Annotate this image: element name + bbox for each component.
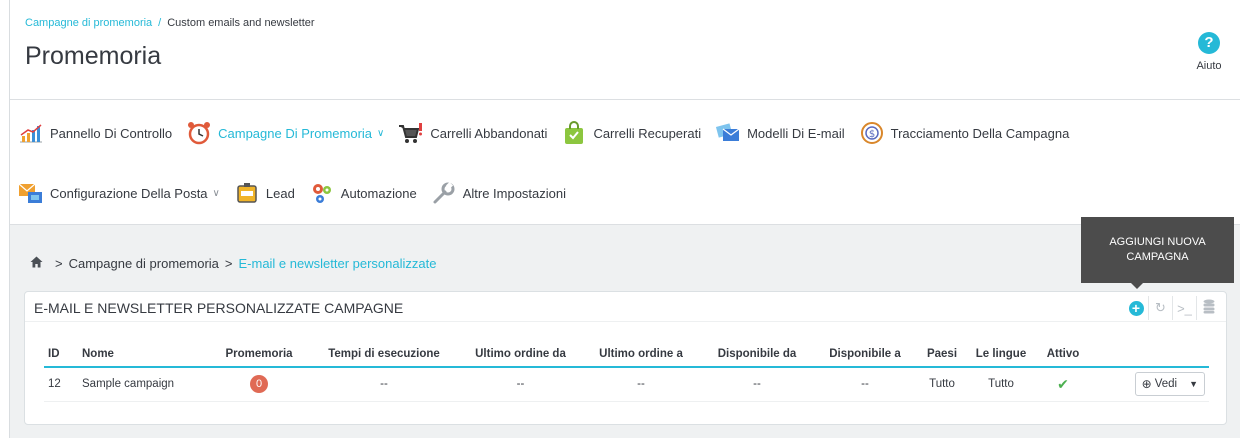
zoom-in-icon: ⊕ (1141, 377, 1152, 392)
refresh-button[interactable]: ↻ (1148, 296, 1172, 320)
module-nav-menu: Pannello Di Controllo Campagne Di Promem… (10, 100, 1240, 225)
column-header-id[interactable]: ID (44, 341, 78, 368)
plus-circle-icon[interactable]: + (1128, 300, 1144, 316)
mail-config-icon (18, 181, 44, 205)
cell-id: 12 (44, 367, 78, 402)
nav-item-email-templates-label: Modelli Di E-mail (747, 125, 845, 141)
alarm-clock-icon (186, 121, 212, 145)
breadcrumb-parent-link[interactable]: Campagne di promemoria (25, 17, 152, 29)
reminder-count-badge: 0 (250, 375, 268, 394)
help-label[interactable]: Aiuto (1189, 60, 1229, 72)
breadcrumb-parent-link[interactable]: Campagne di promemoria (69, 256, 219, 271)
breadcrumb-current[interactable]: E-mail e newsletter personalizzate (238, 256, 436, 271)
cell-reminders: 0 (208, 367, 310, 402)
column-header-available-from[interactable]: Disponibile da (699, 341, 815, 368)
cell-name: Sample campaign (78, 367, 208, 402)
email-templates-icon (715, 121, 741, 145)
home-icon[interactable] (30, 256, 43, 271)
column-header-last-order-to[interactable]: Ultimo ordine a (583, 341, 699, 368)
add-campaign-button[interactable]: + (1124, 296, 1148, 320)
cell-last-order-to: -- (583, 367, 699, 402)
gears-icon (309, 181, 335, 205)
nav-row-2: Configurazione Della Posta ∨ Lead Automa… (18, 178, 580, 208)
nav-item-reminder-campaigns[interactable]: Campagne Di Promemoria ∨ (186, 121, 384, 145)
cell-actions: ⊕ Vedi ▼ (1093, 367, 1209, 402)
sql-query-button[interactable]: >_ (1172, 296, 1196, 320)
column-header-active[interactable]: Attivo (1033, 341, 1093, 368)
caret-down-icon[interactable]: ▼ (1189, 379, 1198, 389)
nav-item-abandoned-carts-label: Carrelli Abbandonati (430, 125, 548, 141)
content-breadcrumb: > Campagne di promemoria > E-mail e news… (30, 256, 436, 271)
bar-chart-icon (18, 121, 44, 145)
nav-item-campaign-tracking-label: Tracciamento Della Campagna (890, 125, 1070, 141)
campaigns-table: ID Nome Promemoria Tempi di esecuzione U… (44, 341, 1209, 402)
tracking-icon: $ (859, 121, 885, 145)
page-header: Campagne di promemoria / Custom emails and… (10, 0, 1240, 100)
column-header-languages[interactable]: Le lingue (969, 341, 1033, 368)
breadcrumb-current: Custom emails and newsletter (167, 17, 315, 29)
export-database-button[interactable] (1196, 296, 1220, 320)
table-header-row: ID Nome Promemoria Tempi di esecuzione U… (44, 341, 1209, 368)
panel-header: E-MAIL E NEWSLETTER PERSONALIZZATE CAMPA… (25, 292, 1226, 322)
nav-item-other-settings[interactable]: Altre Impostazioni (431, 181, 566, 205)
nav-item-campaign-tracking[interactable]: $ Tracciamento Della Campagna (859, 121, 1070, 145)
chevron-down-icon: ∨ (212, 187, 220, 199)
column-header-name[interactable]: Nome (78, 341, 208, 368)
breadcrumb-separator: > (224, 256, 233, 271)
column-header-countries[interactable]: Paesi (915, 341, 969, 368)
wrench-icon (431, 181, 457, 205)
cell-execution-times: -- (310, 367, 458, 402)
nav-item-dashboard[interactable]: Pannello Di Controllo (18, 121, 172, 145)
nav-item-email-templates[interactable]: Modelli Di E-mail (715, 121, 845, 145)
nav-item-automation-label: Automazione (340, 185, 417, 201)
database-icon[interactable] (1203, 299, 1215, 317)
help-button[interactable]: ? Aiuto (1189, 32, 1229, 72)
cell-last-order-from: -- (458, 367, 583, 402)
column-header-actions (1093, 341, 1209, 368)
nav-item-lead[interactable]: Lead (234, 181, 295, 205)
nav-item-automation[interactable]: Automazione (309, 181, 417, 205)
column-header-execution-times[interactable]: Tempi di esecuzione (310, 341, 458, 368)
column-header-last-order-from[interactable]: Ultimo ordine da (458, 341, 583, 368)
nav-item-reminder-campaigns-label: Campagne Di Promemoria (218, 125, 373, 141)
add-campaign-tooltip: AGGIUNGI NUOVA CAMPAGNA (1081, 217, 1234, 289)
column-header-available-to[interactable]: Disponibile a (815, 341, 915, 368)
terminal-icon[interactable]: >_ (1177, 301, 1192, 316)
cell-active[interactable]: ✔ (1033, 367, 1093, 402)
nav-item-recovered-carts-label: Carrelli Recuperati (593, 125, 702, 141)
cell-available-from: -- (699, 367, 815, 402)
breadcrumb-separator: / (158, 17, 162, 29)
help-icon[interactable]: ? (1198, 32, 1220, 54)
cell-languages: Tutto (969, 367, 1033, 402)
shopping-bag-icon (561, 121, 587, 145)
refresh-icon[interactable]: ↻ (1155, 300, 1166, 316)
nav-item-mail-configuration[interactable]: Configurazione Della Posta ∨ (18, 181, 220, 205)
inbox-icon (234, 181, 260, 205)
panel-title: E-MAIL E NEWSLETTER PERSONALIZZATE CAMPA… (34, 300, 404, 316)
nav-item-lead-label: Lead (265, 185, 295, 201)
nav-item-other-settings-label: Altre Impostazioni (462, 185, 567, 201)
app-frame: Campagne di promemoria / Custom emails and… (9, 0, 1240, 438)
nav-item-mail-configuration-label: Configurazione Della Posta (50, 185, 208, 201)
cart-icon (398, 121, 424, 145)
chevron-down-icon: ∨ (377, 127, 385, 139)
svg-text:$: $ (868, 129, 874, 140)
view-button-label: Vedi (1154, 378, 1178, 391)
nav-item-recovered-carts[interactable]: Carrelli Recuperati (561, 121, 701, 145)
nav-item-abandoned-carts[interactable]: Carrelli Abbandonati (398, 121, 547, 145)
cell-countries: Tutto (915, 367, 969, 402)
panel-toolbar: + ↻ >_ (1124, 296, 1220, 320)
page-title: Promemoria (25, 42, 162, 70)
cell-available-to: -- (815, 367, 915, 402)
nav-item-dashboard-label: Pannello Di Controllo (50, 125, 173, 141)
breadcrumb-separator: > (55, 256, 63, 271)
column-header-reminders[interactable]: Promemoria (208, 341, 310, 368)
campaigns-panel: E-MAIL E NEWSLETTER PERSONALIZZATE CAMPA… (24, 291, 1227, 425)
view-button[interactable]: ⊕ Vedi ▼ (1134, 372, 1205, 397)
check-icon[interactable]: ✔ (1057, 376, 1069, 392)
header-breadcrumb: Campagne di promemoria / Custom emails and… (25, 17, 315, 29)
nav-row-1: Pannello Di Controllo Campagne Di Promem… (18, 118, 1083, 148)
table-row[interactable]: 12 Sample campaign 0 -- -- -- -- -- Tutt… (44, 367, 1209, 402)
